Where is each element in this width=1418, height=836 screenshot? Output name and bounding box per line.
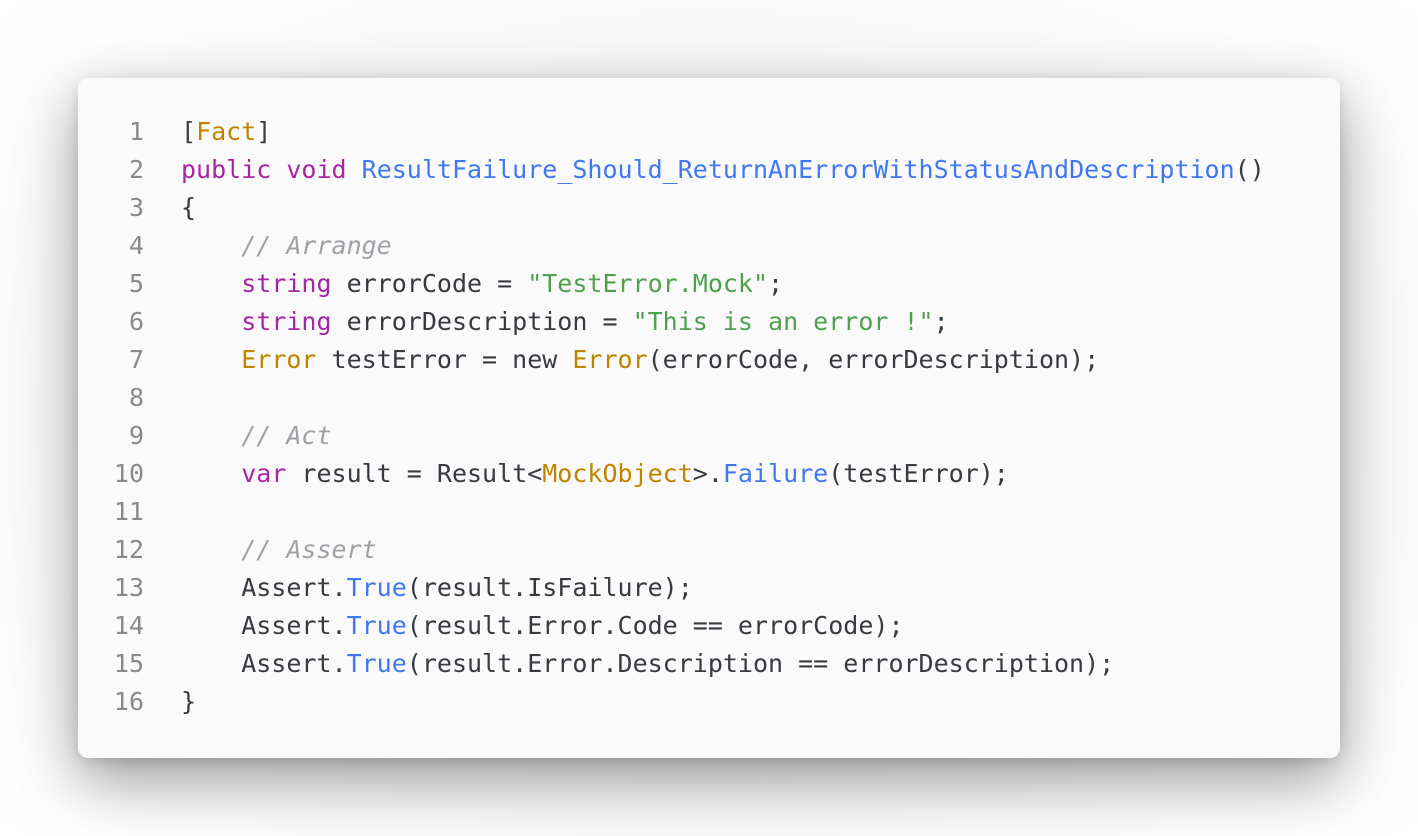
line-number: 14 — [113, 611, 144, 640]
code-line: 10 var result = Result<MockObject>.Failu… — [78, 455, 1340, 493]
line-code: } — [144, 683, 196, 721]
code-line: 8 — [78, 379, 1340, 417]
code-token-function: True — [346, 573, 407, 602]
code-token-type: MockObject — [542, 459, 693, 488]
code-line: 1 [Fact] — [78, 113, 1340, 151]
line-number: 8 — [128, 383, 144, 412]
code-token-plain: [ — [181, 117, 197, 146]
code-token-plain: () — [1234, 155, 1265, 184]
code-token-plain: >. — [692, 459, 723, 488]
line-number: 6 — [128, 307, 144, 336]
code-token-plain: Assert. — [181, 573, 347, 602]
code-token-function: ResultFailure_Should_ReturnAnErrorWithSt… — [361, 155, 1235, 184]
code-token-plain: (errorCode, errorDescription); — [647, 345, 1100, 374]
code-token-plain: ; — [768, 269, 784, 298]
code-token-plain: ] — [256, 117, 272, 146]
line-number: 5 — [128, 269, 144, 298]
line-code: Assert.True(result.IsFailure); — [144, 569, 693, 607]
code-token-plain: Assert. — [181, 611, 347, 640]
code-line: 14 Assert.True(result.Error.Code == erro… — [78, 607, 1340, 645]
line-code: Assert.True(result.Error.Code == errorCo… — [144, 607, 904, 645]
line-number: 13 — [113, 573, 144, 602]
code-line: 4 // Arrange — [78, 227, 1340, 265]
line-number: 9 — [128, 421, 144, 450]
code-line: 5 string errorCode = "TestError.Mock"; — [78, 265, 1340, 303]
code-token-plain: Assert. — [181, 649, 347, 678]
code-token-plain: result = Result< — [286, 459, 543, 488]
line-code: Error testError = new Error(errorCode, e… — [144, 341, 1099, 379]
line-code: string errorDescription = "This is an er… — [144, 303, 949, 341]
line-number: 4 — [128, 231, 144, 260]
line-number: 2 — [128, 155, 144, 184]
code-token-type: Fact — [196, 117, 257, 146]
line-number: 10 — [113, 459, 144, 488]
code-token-plain: ; — [933, 307, 949, 336]
code-token-plain: (result.IsFailure); — [406, 573, 693, 602]
line-number: 12 — [113, 535, 144, 564]
code-token-comment: // Act — [241, 421, 332, 450]
line-code: // Act — [144, 417, 332, 455]
line-code: var result = Result<MockObject>.Failure(… — [144, 455, 1009, 493]
code-token-function: True — [346, 611, 407, 640]
code-token-keyword: public — [181, 155, 272, 184]
line-code: string errorCode = "TestError.Mock"; — [144, 265, 783, 303]
code-line: 12 // Assert — [78, 531, 1340, 569]
code-token-function: True — [346, 649, 407, 678]
line-number: 15 — [113, 649, 144, 678]
line-number: 1 — [128, 117, 144, 146]
code-token-function: Failure — [722, 459, 829, 488]
code-token-keyword: var — [241, 459, 287, 488]
code-token-keyword: string — [241, 307, 332, 336]
code-token-plain: { — [181, 193, 197, 222]
line-code: [Fact] — [144, 113, 271, 151]
line-code: // Arrange — [144, 227, 392, 265]
code-line: 9 // Act — [78, 417, 1340, 455]
code-line: 6 string errorDescription = "This is an … — [78, 303, 1340, 341]
page-background: 1 [Fact] 2 public void ResultFailure_Should… — [0, 0, 1418, 836]
line-number: 7 — [128, 345, 144, 374]
line-number: 16 — [113, 687, 144, 716]
code-line: 13 Assert.True(result.IsFailure); — [78, 569, 1340, 607]
line-code: Assert.True(result.Error.Description == … — [144, 645, 1114, 683]
code-token-comment: // Assert — [241, 535, 377, 564]
code-block: 1 [Fact] 2 public void ResultFailure_Should… — [78, 78, 1340, 758]
line-number: 11 — [113, 497, 144, 526]
code-token-type: Error — [572, 345, 648, 374]
code-line: 7 Error testError = new Error(errorCode,… — [78, 341, 1340, 379]
code-token-plain: testError = new — [316, 345, 573, 374]
code-token-plain: } — [181, 687, 197, 716]
code-line: 2 public void ResultFailure_Should_Return… — [78, 151, 1340, 189]
line-code: { — [144, 189, 196, 227]
code-token-plain: errorDescription = — [331, 307, 633, 336]
code-line: 16} — [78, 683, 1340, 721]
line-number: 3 — [128, 193, 144, 222]
code-token-keyword: void — [286, 155, 347, 184]
code-token-plain: (testError); — [828, 459, 1009, 488]
code-token-plain: (result.Error.Code == errorCode); — [406, 611, 904, 640]
code-token-string: "TestError.Mock" — [527, 269, 769, 298]
code-token-plain: (result.Error.Description == errorDescri… — [406, 649, 1115, 678]
code-token-string: "This is an error !" — [632, 307, 934, 336]
code-token-plain: errorCode = — [331, 269, 528, 298]
code-line: 11 — [78, 493, 1340, 531]
line-code: public void ResultFailure_Should_ReturnA… — [144, 151, 1265, 189]
code-line: 3{ — [78, 189, 1340, 227]
code-token-keyword: string — [241, 269, 332, 298]
code-token-comment: // Arrange — [241, 231, 392, 260]
line-code: // Assert — [144, 531, 377, 569]
code-line: 15 Assert.True(result.Error.Description … — [78, 645, 1340, 683]
code-token-type: Error — [241, 345, 317, 374]
